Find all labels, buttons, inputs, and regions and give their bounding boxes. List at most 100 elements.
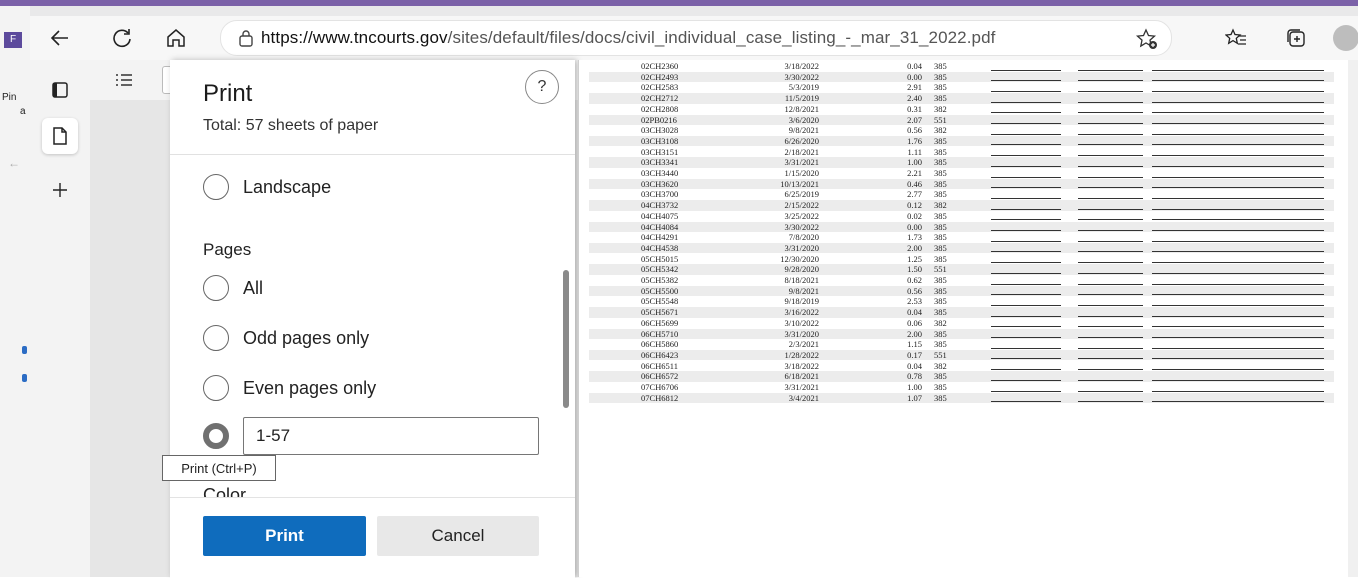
background-window-edge: F Pin a ← (0, 6, 31, 577)
radio-even[interactable] (203, 375, 229, 401)
table-row: 02CH2493 3/30/2022 0.00 385 (589, 71, 1334, 83)
case-code: 382 (934, 360, 947, 371)
case-code: 382 (934, 200, 947, 211)
tab-actions-button[interactable] (42, 72, 78, 108)
collections-button[interactable] (1280, 22, 1312, 54)
case-number: 05CH5015 (641, 253, 679, 264)
case-number: 03CH3700 (641, 189, 679, 200)
dialog-scrollbar[interactable] (563, 270, 569, 408)
print-dialog: Print Total: 57 sheets of paper ? Landsc… (170, 60, 575, 578)
case-date: 3/30/2022 (784, 71, 819, 82)
case-date: 11/5/2019 (784, 93, 819, 104)
radio-all[interactable] (203, 275, 229, 301)
case-date: 3/4/2021 (788, 392, 819, 403)
case-code: 385 (934, 242, 947, 253)
case-amount: 2.53 (907, 296, 922, 307)
case-date: 7/8/2020 (788, 232, 819, 243)
blank-line (1078, 315, 1143, 317)
tab-panel-icon (52, 82, 68, 98)
case-amount: 2.21 (907, 168, 922, 178)
table-row: 03CH3700 6/25/2019 2.77 385 (589, 189, 1334, 200)
pages-odd-option[interactable]: Odd pages only (203, 323, 369, 353)
landscape-option[interactable]: Landscape (203, 172, 331, 202)
blank-line (991, 304, 1061, 306)
odd-label: Odd pages only (243, 327, 370, 348)
avatar (1333, 25, 1358, 51)
add-favorite-button[interactable] (1135, 27, 1159, 51)
blank-line (991, 379, 1061, 381)
landscape-label: Landscape (243, 176, 332, 197)
blank-line (991, 347, 1061, 349)
table-row: 02CH2712 11/5/2019 2.40 385 (589, 93, 1334, 104)
preview-scrollbar[interactable] (1348, 60, 1358, 577)
pages-even-option[interactable]: Even pages only (203, 373, 376, 403)
blank-line (1078, 283, 1143, 285)
table-row: 07CH6706 3/31/2021 1.00 385 (589, 382, 1334, 393)
case-code: 385 (934, 232, 947, 243)
case-date: 6/25/2019 (784, 189, 819, 200)
blank-line (1152, 272, 1324, 274)
table-of-contents-button[interactable] (112, 68, 136, 92)
dialog-title: Print (203, 80, 253, 107)
table-row: 04CH4084 3/30/2022 0.00 385 (589, 221, 1334, 232)
favorites-button[interactable] (1220, 22, 1252, 54)
blank-line (1152, 304, 1324, 306)
case-code: 385 (934, 61, 947, 71)
case-amount: 0.17 (907, 349, 922, 360)
case-amount: 0.62 (907, 275, 922, 285)
case-date: 9/8/2021 (788, 285, 819, 296)
case-date: 5/3/2019 (788, 82, 819, 93)
profile-button[interactable] (1330, 22, 1358, 54)
case-number: 04CH4538 (641, 242, 679, 253)
case-amount: 2.40 (907, 93, 922, 104)
case-code: 551 (934, 264, 947, 275)
table-row: 05CH5015 12/30/2020 1.25 385 (589, 254, 1334, 265)
case-amount: 1.15 (907, 339, 922, 350)
case-code: 385 (934, 71, 947, 82)
case-number: 06CH5710 (641, 328, 679, 339)
blank-line (991, 176, 1061, 178)
case-code: 385 (934, 328, 947, 339)
case-code: 385 (934, 93, 947, 104)
blank-line (1078, 69, 1143, 71)
case-number: 02CH2808 (641, 103, 679, 114)
vertical-tab-current[interactable] (42, 118, 78, 154)
print-button[interactable]: Print (203, 516, 366, 556)
blank-line (1152, 230, 1324, 231)
case-code: 385 (934, 157, 947, 168)
blank-line (1152, 315, 1324, 317)
cancel-button[interactable]: Cancel (377, 516, 539, 556)
radio-odd[interactable] (203, 325, 229, 351)
plus-icon (53, 183, 67, 197)
blank-line (1152, 390, 1324, 392)
case-code: 385 (934, 392, 947, 403)
pages-all-option[interactable]: All (203, 273, 263, 303)
help-button[interactable]: ? (525, 70, 559, 104)
table-row: 06CH6572 6/18/2021 0.78 385 (589, 371, 1334, 382)
blank-line (1078, 80, 1143, 82)
radio-landscape[interactable] (203, 174, 229, 200)
blank-line (991, 187, 1061, 189)
case-number: 04CH4084 (641, 221, 679, 232)
case-amount: 2.00 (907, 328, 922, 339)
case-code: 385 (934, 253, 947, 264)
pages-custom-option[interactable] (203, 421, 229, 451)
case-number: 03CH3028 (641, 125, 679, 136)
page-info-icon[interactable] (231, 29, 261, 47)
blank-line (1078, 369, 1143, 371)
back-button[interactable] (44, 22, 76, 54)
refresh-button[interactable] (106, 22, 138, 54)
address-bar[interactable]: https://www.tncourts.gov/sites/default/f… (220, 20, 1172, 56)
new-tab-button[interactable] (42, 172, 78, 208)
page-range-input[interactable]: 1-57 (243, 417, 539, 455)
blank-line (1152, 401, 1324, 403)
blank-line (991, 219, 1061, 221)
table-row: 03CH3108 6/26/2020 1.76 385 (589, 135, 1334, 147)
home-button[interactable] (160, 22, 192, 54)
radio-custom[interactable] (203, 423, 229, 449)
case-number: 02PB0216 (641, 114, 677, 125)
background-marker (22, 346, 27, 354)
blank-line (1078, 358, 1143, 360)
blank-line (1152, 90, 1324, 92)
table-row: 06CH5710 3/31/2020 2.00 385 (589, 328, 1334, 339)
